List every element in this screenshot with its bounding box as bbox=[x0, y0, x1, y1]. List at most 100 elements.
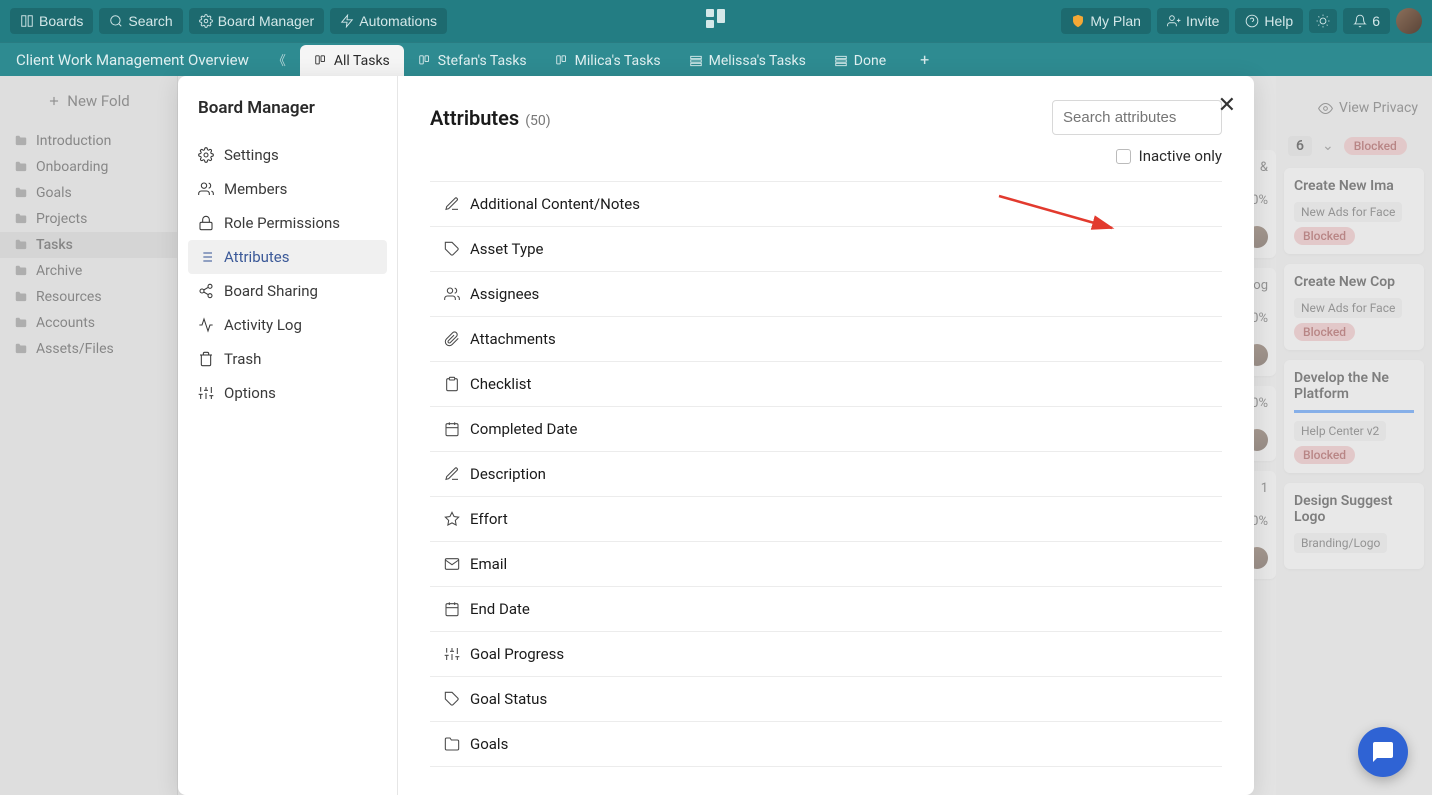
modal-sidebar: Board Manager SettingsMembersRole Permis… bbox=[178, 76, 398, 795]
attr-label: Goal Progress bbox=[470, 645, 564, 663]
tag-icon bbox=[444, 691, 460, 707]
attribute-attachments[interactable]: Attachments bbox=[430, 317, 1222, 362]
attr-count: (50) bbox=[525, 113, 550, 129]
tab-done[interactable]: Done bbox=[820, 45, 900, 76]
attr-label: End Date bbox=[470, 600, 530, 618]
attr-label: Description bbox=[470, 465, 546, 483]
nav-icon bbox=[198, 351, 214, 367]
content-area: New Fold IntroductionOnboardingGoalsProj… bbox=[0, 76, 1432, 795]
view-tabs: All Tasks Stefan's Tasks Milica's Tasks Mel… bbox=[300, 43, 900, 76]
board-icon bbox=[314, 54, 328, 68]
clipboard-icon bbox=[444, 376, 460, 392]
zap-icon bbox=[340, 14, 354, 28]
help-button[interactable]: Help bbox=[1235, 8, 1303, 34]
attribute-effort[interactable]: Effort bbox=[430, 497, 1222, 542]
search-button[interactable]: Search bbox=[99, 8, 182, 34]
attribute-asset-type[interactable]: Asset Type bbox=[430, 227, 1222, 272]
attr-label: Completed Date bbox=[470, 420, 577, 438]
close-button[interactable]: ✕ bbox=[1218, 92, 1236, 118]
attribute-goal-status[interactable]: Goal Status bbox=[430, 677, 1222, 722]
board-icon bbox=[418, 54, 432, 68]
board-name: Client Work Management Overview bbox=[10, 51, 249, 69]
invite-button[interactable]: Invite bbox=[1157, 8, 1229, 34]
tab-all-tasks[interactable]: All Tasks bbox=[300, 45, 404, 76]
tab-label: Stefan's Tasks bbox=[438, 53, 527, 69]
automations-label: Automations bbox=[359, 13, 437, 29]
attribute-goals[interactable]: Goals bbox=[430, 722, 1222, 767]
nav-label: Members bbox=[224, 180, 287, 198]
intercom-icon bbox=[1371, 740, 1395, 764]
tab-milica-s-tasks[interactable]: Milica's Tasks bbox=[541, 45, 675, 76]
nav-label: Attributes bbox=[224, 248, 290, 266]
my-plan-label: My Plan bbox=[1090, 13, 1141, 29]
attr-label: Attachments bbox=[470, 330, 556, 348]
users-icon bbox=[444, 286, 460, 302]
nav-icon bbox=[198, 385, 214, 401]
nav-icon bbox=[198, 283, 214, 299]
nav-members[interactable]: Members bbox=[188, 172, 387, 206]
nav-label: Role Permissions bbox=[224, 214, 340, 232]
calendar-icon bbox=[444, 421, 460, 437]
attr-label: Assignees bbox=[470, 285, 539, 303]
nav-icon bbox=[198, 181, 214, 197]
secondbar: Client Work Management Overview 《 All Ta… bbox=[0, 42, 1432, 76]
board-manager-button[interactable]: Board Manager bbox=[189, 8, 325, 34]
inactive-only-label: Inactive only bbox=[1139, 147, 1222, 165]
attribute-goal-progress[interactable]: Goal Progress bbox=[430, 632, 1222, 677]
tab-stefan-s-tasks[interactable]: Stefan's Tasks bbox=[404, 45, 541, 76]
user-avatar[interactable] bbox=[1396, 8, 1422, 34]
board-manager-label: Board Manager bbox=[218, 13, 315, 29]
attribute-email[interactable]: Email bbox=[430, 542, 1222, 587]
attribute-additional-content-notes[interactable]: Additional Content/Notes bbox=[430, 181, 1222, 227]
nav-icon bbox=[198, 317, 214, 333]
sun-icon bbox=[1316, 14, 1330, 28]
help-label: Help bbox=[1264, 13, 1293, 29]
search-attributes-input[interactable] bbox=[1052, 100, 1222, 135]
intercom-launcher[interactable] bbox=[1358, 727, 1408, 777]
shield-icon bbox=[1071, 14, 1085, 28]
board-manager-modal: Board Manager SettingsMembersRole Permis… bbox=[178, 76, 1254, 795]
pen-icon bbox=[444, 466, 460, 482]
boards-icon bbox=[20, 14, 34, 28]
my-plan-button[interactable]: My Plan bbox=[1061, 8, 1151, 34]
nav-board-sharing[interactable]: Board Sharing bbox=[188, 274, 387, 308]
star-icon bbox=[444, 511, 460, 527]
nav-settings[interactable]: Settings bbox=[188, 138, 387, 172]
gear-icon bbox=[199, 14, 213, 28]
inactive-only-checkbox[interactable] bbox=[1116, 149, 1131, 164]
tab-label: Melissa's Tasks bbox=[709, 53, 806, 69]
notifications-button[interactable]: 6 bbox=[1343, 8, 1390, 34]
tab-melissa-s-tasks[interactable]: Melissa's Tasks bbox=[675, 45, 820, 76]
theme-toggle[interactable] bbox=[1309, 9, 1337, 33]
nav-attributes[interactable]: Attributes bbox=[188, 240, 387, 274]
attribute-description[interactable]: Description bbox=[430, 452, 1222, 497]
attribute-list: Additional Content/NotesAsset Type Assign… bbox=[430, 181, 1222, 771]
attribute-checklist[interactable]: Checklist bbox=[430, 362, 1222, 407]
attribute-end-date[interactable]: End Date bbox=[430, 587, 1222, 632]
nav-activity-log[interactable]: Activity Log bbox=[188, 308, 387, 342]
attribute-completed-date[interactable]: Completed Date bbox=[430, 407, 1222, 452]
nav-label: Settings bbox=[224, 146, 279, 164]
nav-role-permissions[interactable]: Role Permissions bbox=[188, 206, 387, 240]
logo-icon bbox=[704, 7, 728, 31]
nav-label: Board Sharing bbox=[224, 282, 318, 300]
app-logo[interactable] bbox=[704, 7, 728, 35]
bell-icon bbox=[1353, 14, 1367, 28]
add-tab-button[interactable]: + bbox=[908, 42, 941, 77]
nav-options[interactable]: Options bbox=[188, 376, 387, 410]
tab-label: Done bbox=[854, 53, 886, 69]
paperclip-icon bbox=[444, 331, 460, 347]
attribute-assignees[interactable]: Assignees bbox=[430, 272, 1222, 317]
collapse-sidebar-button[interactable]: 《 bbox=[267, 48, 292, 71]
attr-label: Goals bbox=[470, 735, 508, 753]
nav-trash[interactable]: Trash bbox=[188, 342, 387, 376]
nav-label: Trash bbox=[224, 350, 261, 368]
automations-button[interactable]: Automations bbox=[330, 8, 447, 34]
folder-icon bbox=[444, 736, 460, 752]
mail-icon bbox=[444, 556, 460, 572]
topbar: Boards Search Board Manager Automations … bbox=[0, 0, 1432, 42]
boards-button[interactable]: Boards bbox=[10, 8, 93, 34]
search-label: Search bbox=[128, 13, 172, 29]
list-icon bbox=[689, 54, 703, 68]
calendar-icon bbox=[444, 601, 460, 617]
